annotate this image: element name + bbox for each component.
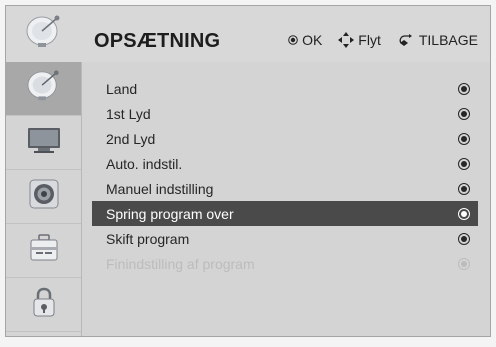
radio-icon bbox=[458, 132, 470, 145]
radio-icon bbox=[458, 257, 470, 270]
menu-item-label: Spring program over bbox=[106, 205, 234, 222]
radio-icon bbox=[458, 157, 470, 170]
padlock-icon bbox=[31, 286, 57, 323]
header-logo bbox=[6, 6, 82, 62]
speaker-icon bbox=[28, 178, 60, 215]
menu-item-finindstilling: Finindstilling af program bbox=[92, 251, 478, 276]
control-hints: OK Flyt TILBAGE bbox=[288, 32, 478, 48]
menu-item-1st-lyd[interactable]: 1st Lyd bbox=[92, 101, 478, 126]
hint-ok: OK bbox=[288, 32, 322, 48]
menu-item-label: Auto. indstil. bbox=[106, 155, 183, 172]
back-arrow-icon bbox=[397, 34, 415, 46]
menu-item-label: Finindstilling af program bbox=[106, 255, 255, 272]
hint-back: TILBAGE bbox=[397, 32, 478, 48]
hint-back-label: TILBAGE bbox=[418, 32, 478, 48]
radio-icon bbox=[458, 107, 470, 120]
sidebar-item-options[interactable] bbox=[6, 224, 81, 278]
sidebar-item-lock[interactable] bbox=[6, 278, 81, 332]
menu-item-label: Skift program bbox=[106, 230, 190, 247]
menu-item-land[interactable]: Land bbox=[92, 76, 478, 101]
hint-move-label: Flyt bbox=[358, 32, 381, 48]
menu-item-label: 1st Lyd bbox=[106, 105, 151, 122]
hint-move: Flyt bbox=[338, 32, 381, 48]
menu-item-label: 2nd Lyd bbox=[106, 130, 156, 147]
monitor-icon bbox=[26, 125, 62, 160]
dpad-arrows-icon bbox=[338, 32, 355, 48]
sidebar-item-picture[interactable] bbox=[6, 116, 81, 170]
radio-icon bbox=[458, 182, 470, 195]
menu-item-auto-indstil[interactable]: Auto. indstil. bbox=[92, 151, 478, 176]
category-sidebar bbox=[6, 62, 82, 336]
satellite-dish-icon bbox=[24, 14, 64, 55]
menu-item-label: Manuel indstilling bbox=[106, 180, 214, 197]
radio-icon bbox=[458, 82, 470, 95]
menu-item-spring-program-over[interactable]: Spring program over bbox=[92, 201, 478, 226]
hint-ok-label: OK bbox=[302, 32, 323, 48]
page-title: OPSÆTNING bbox=[94, 30, 221, 52]
radio-icon bbox=[458, 207, 470, 220]
menu-item-skift-program[interactable]: Skift program bbox=[92, 226, 478, 251]
ok-button-icon bbox=[288, 35, 298, 45]
settings-menu: Land 1st Lyd 2nd Lyd Auto. indstil. Manu… bbox=[92, 76, 478, 276]
toolbox-icon bbox=[28, 233, 60, 268]
menu-item-2nd-lyd[interactable]: 2nd Lyd bbox=[92, 126, 478, 151]
radio-icon bbox=[458, 232, 470, 245]
menu-item-manuel-indstilling[interactable]: Manuel indstilling bbox=[92, 176, 478, 201]
tv-setup-screen: OPSÆTNING OK Flyt TILBAGE Land 1st Lyd 2… bbox=[5, 5, 491, 337]
satellite-dish-icon bbox=[25, 69, 63, 108]
menu-item-label: Land bbox=[106, 80, 138, 97]
sidebar-item-audio[interactable] bbox=[6, 170, 81, 224]
sidebar-item-channels[interactable] bbox=[6, 62, 81, 116]
